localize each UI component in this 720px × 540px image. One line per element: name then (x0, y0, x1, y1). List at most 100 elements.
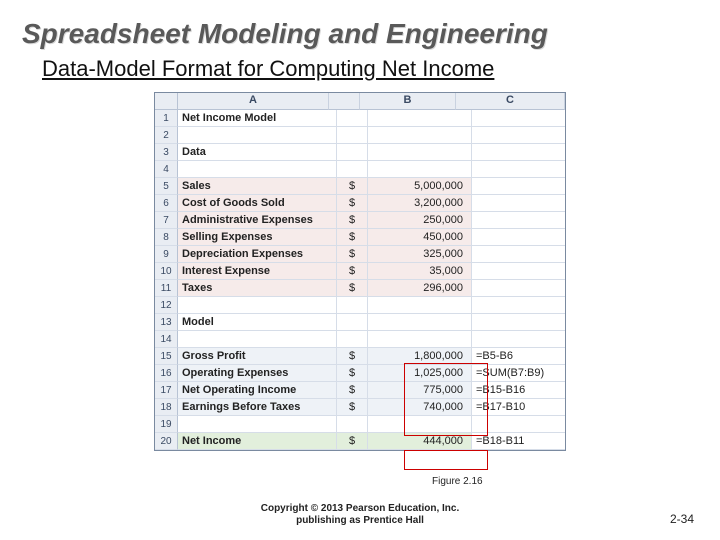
cell-C-formula[interactable] (472, 229, 565, 246)
cell-C-formula[interactable] (472, 195, 565, 212)
cell-C-formula[interactable]: =B18-B11 (472, 433, 565, 450)
cell-A[interactable]: Net Income (178, 433, 337, 450)
cell-C-formula[interactable] (472, 416, 565, 433)
cell-B-value[interactable] (368, 161, 472, 178)
row-number[interactable]: 5 (155, 178, 178, 195)
row-number[interactable]: 9 (155, 246, 178, 263)
cell-C-formula[interactable] (472, 212, 565, 229)
cell-C-formula[interactable] (472, 280, 565, 297)
cell-C-formula[interactable] (472, 144, 565, 161)
cell-B-currency[interactable]: $ (337, 178, 368, 195)
cell-A[interactable]: Taxes (178, 280, 337, 297)
cell-B-value[interactable] (368, 144, 472, 161)
cell-C-formula[interactable]: =B17-B10 (472, 399, 565, 416)
cell-B-value[interactable]: 1,800,000 (368, 348, 472, 365)
cell-A[interactable] (178, 331, 337, 348)
cell-B-value[interactable]: 250,000 (368, 212, 472, 229)
cell-B-currency[interactable]: $ (337, 212, 368, 229)
row-number[interactable]: 7 (155, 212, 178, 229)
cell-A[interactable] (178, 416, 337, 433)
row-number[interactable]: 11 (155, 280, 178, 297)
cell-B-currency[interactable] (337, 161, 368, 178)
cell-C-formula[interactable] (472, 297, 565, 314)
cell-B-value[interactable]: 444,000 (368, 433, 472, 450)
cell-C-formula[interactable] (472, 110, 565, 127)
col-header-A[interactable]: A (178, 93, 329, 110)
cell-B-currency[interactable]: $ (337, 382, 368, 399)
cell-B-value[interactable] (368, 110, 472, 127)
cell-A[interactable]: Sales (178, 178, 337, 195)
cell-C-formula[interactable] (472, 178, 565, 195)
cell-C-formula[interactable]: =B5-B6 (472, 348, 565, 365)
row-number[interactable]: 17 (155, 382, 178, 399)
row-number[interactable]: 2 (155, 127, 178, 144)
cell-B-value[interactable]: 740,000 (368, 399, 472, 416)
col-header-C[interactable]: C (456, 93, 565, 110)
cell-A[interactable]: Operating Expenses (178, 365, 337, 382)
cell-B-value[interactable] (368, 331, 472, 348)
select-all-corner[interactable] (155, 93, 178, 110)
cell-C-formula[interactable]: =B15-B16 (472, 382, 565, 399)
cell-B-value[interactable]: 296,000 (368, 280, 472, 297)
cell-B-value[interactable]: 35,000 (368, 263, 472, 280)
row-number[interactable]: 15 (155, 348, 178, 365)
cell-B-currency[interactable] (337, 127, 368, 144)
row-number[interactable]: 14 (155, 331, 178, 348)
row-number[interactable]: 18 (155, 399, 178, 416)
cell-A[interactable]: Administrative Expenses (178, 212, 337, 229)
cell-B-currency[interactable]: $ (337, 348, 368, 365)
cell-B-value[interactable]: 3,200,000 (368, 195, 472, 212)
cell-A[interactable]: Depreciation Expenses (178, 246, 337, 263)
cell-A[interactable]: Data (178, 144, 337, 161)
cell-B-value[interactable]: 5,000,000 (368, 178, 472, 195)
cell-C-formula[interactable] (472, 246, 565, 263)
cell-B-currency[interactable]: $ (337, 280, 368, 297)
cell-C-formula[interactable] (472, 331, 565, 348)
cell-B-currency[interactable]: $ (337, 263, 368, 280)
cell-B-value[interactable]: 450,000 (368, 229, 472, 246)
cell-B-currency[interactable] (337, 297, 368, 314)
col-header-B-left[interactable] (329, 93, 360, 110)
cell-A[interactable]: Cost of Goods Sold (178, 195, 337, 212)
cell-C-formula[interactable] (472, 127, 565, 144)
row-number[interactable]: 8 (155, 229, 178, 246)
cell-B-value[interactable] (368, 416, 472, 433)
cell-B-value[interactable] (368, 127, 472, 144)
row-number[interactable]: 13 (155, 314, 178, 331)
cell-A[interactable]: Gross Profit (178, 348, 337, 365)
cell-C-formula[interactable] (472, 263, 565, 280)
col-header-B[interactable]: B (360, 93, 456, 110)
cell-B-value[interactable]: 325,000 (368, 246, 472, 263)
cell-C-formula[interactable] (472, 314, 565, 331)
cell-B-currency[interactable]: $ (337, 365, 368, 382)
cell-B-currency[interactable]: $ (337, 229, 368, 246)
cell-C-formula[interactable] (472, 161, 565, 178)
row-number[interactable]: 19 (155, 416, 178, 433)
cell-B-value[interactable]: 1,025,000 (368, 365, 472, 382)
row-number[interactable]: 4 (155, 161, 178, 178)
cell-B-currency[interactable]: $ (337, 433, 368, 450)
cell-C-formula[interactable]: =SUM(B7:B9) (472, 365, 565, 382)
cell-B-value[interactable]: 775,000 (368, 382, 472, 399)
row-number[interactable]: 6 (155, 195, 178, 212)
row-number[interactable]: 1 (155, 110, 178, 127)
cell-A[interactable]: Interest Expense (178, 263, 337, 280)
cell-A[interactable] (178, 297, 337, 314)
cell-B-currency[interactable] (337, 416, 368, 433)
cell-B-value[interactable] (368, 297, 472, 314)
cell-A[interactable]: Net Operating Income (178, 382, 337, 399)
cell-B-currency[interactable] (337, 331, 368, 348)
cell-B-currency[interactable]: $ (337, 246, 368, 263)
cell-A[interactable]: Earnings Before Taxes (178, 399, 337, 416)
cell-B-currency[interactable] (337, 314, 368, 331)
row-number[interactable]: 20 (155, 433, 178, 450)
cell-A[interactable] (178, 161, 337, 178)
cell-A[interactable]: Net Income Model (178, 110, 337, 127)
cell-B-currency[interactable] (337, 110, 368, 127)
cell-B-currency[interactable]: $ (337, 399, 368, 416)
cell-A[interactable]: Selling Expenses (178, 229, 337, 246)
row-number[interactable]: 10 (155, 263, 178, 280)
cell-B-value[interactable] (368, 314, 472, 331)
row-number[interactable]: 3 (155, 144, 178, 161)
row-number[interactable]: 12 (155, 297, 178, 314)
